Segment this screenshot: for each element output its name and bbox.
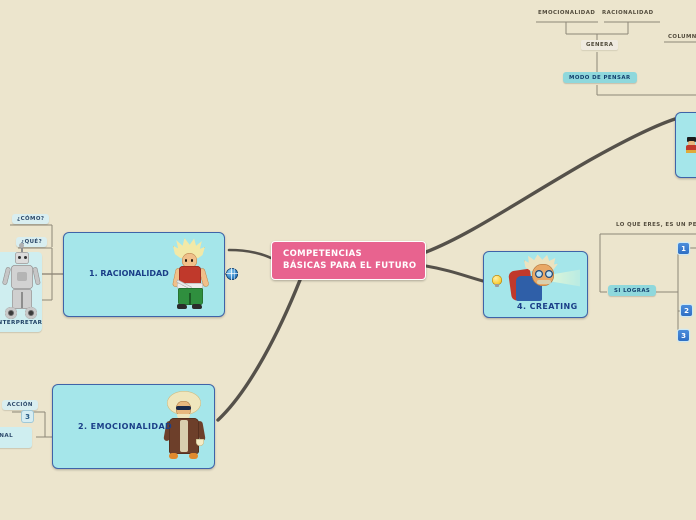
badge-right-3[interactable]: 3: [678, 330, 689, 341]
badge-accion-3-text: 3: [25, 412, 30, 421]
label-columna-partial[interactable]: COLUMN: [668, 34, 696, 40]
label-si-logras-text: SI LOGRAS: [614, 287, 651, 294]
warrior-character-illustration: [165, 238, 219, 311]
label-columna-text: COLUMN: [668, 34, 696, 40]
label-modo-de-pensar-text: MODO DE PENSAR: [569, 74, 631, 81]
label-genera-text: GENERA: [586, 42, 614, 48]
label-genera[interactable]: GENERA: [581, 40, 619, 50]
person-figure-illustration: [686, 137, 696, 153]
central-topic-node[interactable]: COMPETENCIAS BÁSICAS PARA EL FUTURO: [271, 241, 426, 280]
label-top-emocionalidad-text: EMOCIONALIDAD: [538, 10, 596, 16]
lightbulb-icon: [492, 275, 502, 287]
label-que-text: ¿QUÉ?: [21, 239, 43, 245]
branch-label-racionalidad: 1. RACIONALIDAD: [89, 269, 169, 278]
badge-right-1[interactable]: 1: [678, 243, 689, 254]
badge-right-2[interactable]: 2: [681, 305, 692, 316]
label-accion[interactable]: ACCIÓN: [2, 400, 38, 410]
badge-right-1-text: 1: [681, 244, 686, 253]
label-lo-que-eres-text: LO QUE ERES, ES UN PERSON: [616, 222, 696, 228]
node-emocional-partial[interactable]: OCIONAL: [0, 427, 32, 448]
branch-label-emocionalidad: 2. EMOCIONALIDAD: [78, 422, 173, 431]
label-accion-text: ACCIÓN: [7, 402, 33, 408]
globe-icon[interactable]: [226, 268, 238, 280]
label-top-emocionalidad[interactable]: EMOCIONALIDAD: [538, 10, 595, 16]
mindmap-canvas[interactable]: COMPETENCIAS BÁSICAS PARA EL FUTURO 1. R…: [0, 0, 696, 520]
central-topic-line1: COMPETENCIAS: [283, 249, 362, 259]
branch-label-creating: 4. CREATING: [517, 302, 578, 311]
central-topic-line2: BÁSICAS PARA EL FUTURO: [283, 260, 417, 271]
badge-right-3-text: 3: [681, 331, 686, 340]
label-como-text: ¿CÓMO?: [17, 216, 45, 222]
label-modo-de-pensar[interactable]: MODO DE PENSAR: [563, 72, 637, 83]
label-emocional: OCIONAL: [0, 433, 14, 439]
badge-right-2-text: 2: [684, 306, 689, 315]
label-como[interactable]: ¿CÓMO?: [12, 214, 50, 224]
label-interpretar: INTERPRETAR: [0, 320, 43, 326]
robot-illustration: [1, 243, 41, 320]
label-top-racionalidad-text: RACIONALIDAD: [602, 10, 654, 16]
label-lo-que-eres[interactable]: LO QUE ERES, ES UN PERSON: [616, 222, 696, 228]
scientist-character-illustration: [508, 254, 580, 302]
label-top-racionalidad[interactable]: RACIONALIDAD: [602, 10, 654, 16]
badge-accion-3[interactable]: 3: [22, 411, 33, 422]
label-si-logras[interactable]: SI LOGRAS: [608, 285, 657, 296]
